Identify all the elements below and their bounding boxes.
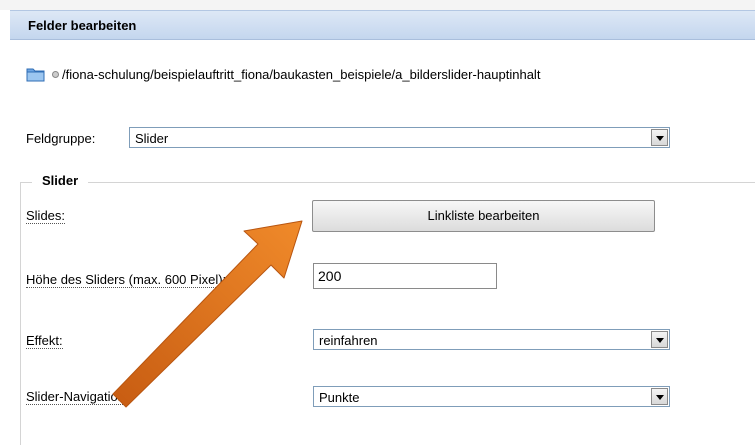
section-legend: Slider	[32, 173, 89, 188]
fieldgroup-select[interactable]: Slider	[129, 127, 670, 148]
effect-value: reinfahren	[319, 333, 378, 348]
height-label: Höhe des Sliders (max. 600 Pixel):	[26, 272, 227, 288]
effect-select[interactable]: reinfahren	[313, 329, 670, 350]
fieldgroup-label: Feldgruppe:	[26, 131, 96, 146]
height-input[interactable]: 200	[313, 263, 497, 289]
chevron-down-icon[interactable]	[651, 388, 668, 405]
fieldgroup-value: Slider	[135, 131, 169, 146]
path-text[interactable]: /fiona-schulung/beispielauftritt_fiona/b…	[62, 67, 540, 82]
bullet-icon	[52, 70, 59, 78]
page-title: Felder bearbeiten	[28, 18, 137, 33]
chevron-down-icon[interactable]	[651, 331, 668, 348]
nav-value: Punkte	[319, 390, 360, 405]
nav-label: Slider-Navigation:	[26, 389, 129, 405]
nav-select[interactable]: Punkte	[313, 386, 670, 407]
panel-header: Felder bearbeiten	[10, 10, 755, 40]
folder-icon[interactable]	[26, 66, 46, 82]
top-strip	[0, 0, 755, 10]
chevron-down-icon[interactable]	[651, 129, 668, 146]
breadcrumb: /fiona-schulung/beispielauftritt_fiona/b…	[26, 64, 540, 84]
effect-label: Effekt:	[26, 333, 63, 349]
slides-label: Slides:	[26, 208, 66, 224]
edit-linklist-button[interactable]: Linkliste bearbeiten	[312, 200, 655, 232]
